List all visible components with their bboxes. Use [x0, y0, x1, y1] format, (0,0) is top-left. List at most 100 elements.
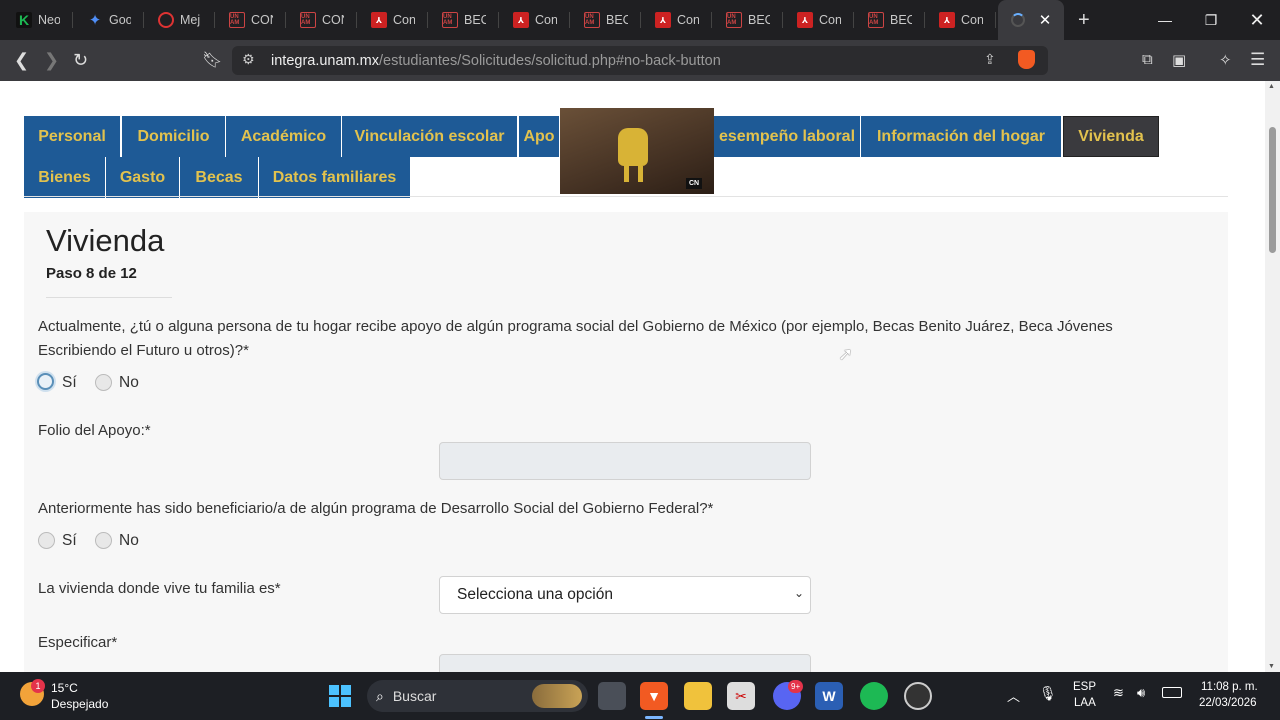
new-tab-button[interactable]: + — [1078, 9, 1090, 32]
folio-label: Folio del Apoyo:* — [38, 422, 151, 439]
weather-temp[interactable]: 15°C — [51, 681, 78, 695]
browser-tab[interactable]: ⅄ Con — [925, 0, 996, 40]
picture-in-picture-video[interactable]: CN — [560, 108, 714, 194]
site-settings-icon[interactable]: ⚙︎ — [242, 51, 255, 68]
tab-esempeño-laboral[interactable]: esempeño laboral — [714, 116, 861, 157]
channel-logo: CN — [686, 178, 702, 189]
browser-tab[interactable]: ⅄ Con — [357, 0, 428, 40]
close-tab-icon[interactable]: ✕ — [1039, 11, 1052, 29]
browser-tab-title: BEC — [748, 13, 770, 27]
question-beneficiario: Anteriormente has sido beneficiario/a de… — [38, 500, 714, 517]
share-icon[interactable]: ⇪ — [984, 51, 996, 68]
tab-domicilio[interactable]: Domicilio — [122, 116, 226, 157]
web-page: Personal Domicilio Académico Vinculación es… — [0, 81, 1280, 672]
volume-icon[interactable]: 🔊︎ — [1137, 685, 1145, 701]
active-tab[interactable]: ✕ — [998, 0, 1064, 40]
browser-tab[interactable]: ✦ Goo — [73, 0, 144, 40]
weather-badge: 1 — [31, 679, 45, 693]
spotify-icon[interactable] — [860, 682, 888, 710]
page-title: Vivienda — [46, 223, 165, 258]
vivienda-select[interactable]: Selecciona una opción ⌄ — [439, 576, 811, 614]
extensions-icon[interactable]: ⧉ — [1142, 51, 1153, 68]
tab-personal[interactable]: Personal — [24, 116, 121, 157]
especificar-input[interactable] — [439, 654, 811, 672]
unam-icon: UN AM — [229, 12, 245, 28]
radio-q1-no-label[interactable]: No — [119, 374, 139, 392]
active-app-indicator — [645, 716, 663, 719]
microphone-icon[interactable]: 🎙︎ — [1039, 685, 1057, 702]
keyboard-layout[interactable]: LAA — [1074, 697, 1096, 709]
browser-tab[interactable]: UN AM BEC — [854, 0, 925, 40]
browser-tab[interactable]: UN AM BEC — [570, 0, 641, 40]
windows-start-icon[interactable] — [326, 682, 354, 710]
task-view-icon[interactable] — [598, 682, 626, 710]
weather-desc[interactable]: Despejado — [51, 697, 108, 711]
brave-browser-icon[interactable]: ▼ — [640, 682, 668, 710]
obs-icon[interactable] — [904, 682, 932, 710]
address-bar[interactable]: ⚙︎ integra.unam.mx/estudiantes/Solicitud… — [232, 46, 1048, 75]
pdf-icon: ⅄ — [797, 12, 813, 28]
tab-becas[interactable]: Becas — [180, 157, 259, 198]
close-window-button[interactable]: ✕ — [1234, 0, 1280, 40]
scrollbar-thumb[interactable] — [1269, 127, 1276, 253]
file-explorer-icon[interactable] — [684, 682, 712, 710]
browser-toolbar: ❮ ❯ ↻ 🔖︎ ⚙︎ integra.unam.mx/estudiantes/… — [0, 40, 1280, 81]
browser-tab[interactable]: UN AM BEC — [428, 0, 499, 40]
browser-tab[interactable]: Mej — [144, 0, 215, 40]
browser-tab[interactable]: K Neo — [2, 0, 73, 40]
unam-icon: UN AM — [442, 12, 458, 28]
browser-tab-title: Con — [961, 13, 983, 27]
language-code[interactable]: ESP — [1073, 681, 1096, 693]
scroll-down-icon[interactable]: ▼ — [1268, 663, 1275, 670]
radio-q2-no[interactable] — [95, 532, 112, 549]
tab-vivienda[interactable]: Vivienda — [1063, 116, 1159, 157]
restore-button[interactable]: ❐ — [1188, 0, 1234, 40]
radio-q2-yes[interactable] — [38, 532, 55, 549]
clock-time[interactable]: 11:08 p. m. — [1201, 681, 1258, 693]
forward-button[interactable]: ❯ — [44, 50, 59, 71]
radio-q1-yes-label[interactable]: Sí — [62, 374, 77, 392]
discord-badge: 9+ — [788, 680, 804, 693]
browser-tab-title: Con — [677, 13, 699, 27]
chevron-down-icon: ⌄ — [793, 586, 804, 600]
folio-input[interactable] — [439, 442, 811, 480]
tab-bienes[interactable]: Bienes — [24, 157, 106, 198]
back-button[interactable]: ❮ — [14, 50, 29, 71]
tab-académico[interactable]: Académico — [226, 116, 342, 157]
radio-q2-no-label[interactable]: No — [119, 532, 139, 550]
brave-shield-icon[interactable] — [1018, 50, 1035, 69]
radio-q2-yes-label[interactable]: Sí — [62, 532, 77, 550]
browser-tab[interactable]: UN AM CON — [286, 0, 357, 40]
tab-datos-familiares[interactable]: Datos familiares — [259, 157, 411, 198]
leo-ai-icon[interactable]: ✧ — [1219, 51, 1232, 69]
browser-tab[interactable]: ⅄ Con — [783, 0, 854, 40]
browser-tab[interactable]: UN AM CON — [215, 0, 286, 40]
word-icon[interactable]: W — [815, 682, 843, 710]
unam-icon: UN AM — [300, 12, 316, 28]
battery-icon[interactable] — [1162, 687, 1182, 698]
reload-button[interactable]: ↻ — [73, 50, 88, 71]
tab-gasto[interactable]: Gasto — [106, 157, 180, 198]
scroll-up-icon[interactable]: ▲ — [1268, 83, 1275, 90]
menu-icon[interactable]: ☰ — [1250, 50, 1265, 70]
minimize-button[interactable]: — — [1142, 0, 1188, 40]
vivienda-select-value: Selecciona una opción — [457, 586, 613, 603]
search-label: Buscar — [392, 688, 437, 704]
browser-tab[interactable]: UN AM BEC — [712, 0, 783, 40]
tab-información-del-hogar[interactable]: Información del hogar — [861, 116, 1062, 157]
browser-tab[interactable]: ⅄ Con — [499, 0, 570, 40]
radio-q1-no[interactable] — [95, 374, 112, 391]
bookmark-icon[interactable]: 🔖︎ — [202, 50, 222, 70]
wifi-icon[interactable]: ≋ — [1113, 685, 1124, 701]
reader-icon[interactable]: ▣ — [1172, 51, 1186, 69]
clock-date[interactable]: 22/03/2026 — [1199, 697, 1257, 709]
browser-tab-title: BEC — [464, 13, 486, 27]
tab-apo[interactable]: Apo — [519, 116, 560, 157]
chevron-up-icon[interactable]: ︿ — [1007, 686, 1020, 705]
browser-tab[interactable]: ⅄ Con — [641, 0, 712, 40]
radio-q1-yes[interactable] — [37, 373, 54, 390]
tab-vinculación-escolar[interactable]: Vinculación escolar — [342, 116, 518, 157]
page-scrollbar[interactable]: ▲ ▼ — [1265, 81, 1280, 672]
taskbar-search[interactable]: ⌕ Buscar — [367, 680, 588, 712]
snipping-tool-icon[interactable]: ✂ — [727, 682, 755, 710]
